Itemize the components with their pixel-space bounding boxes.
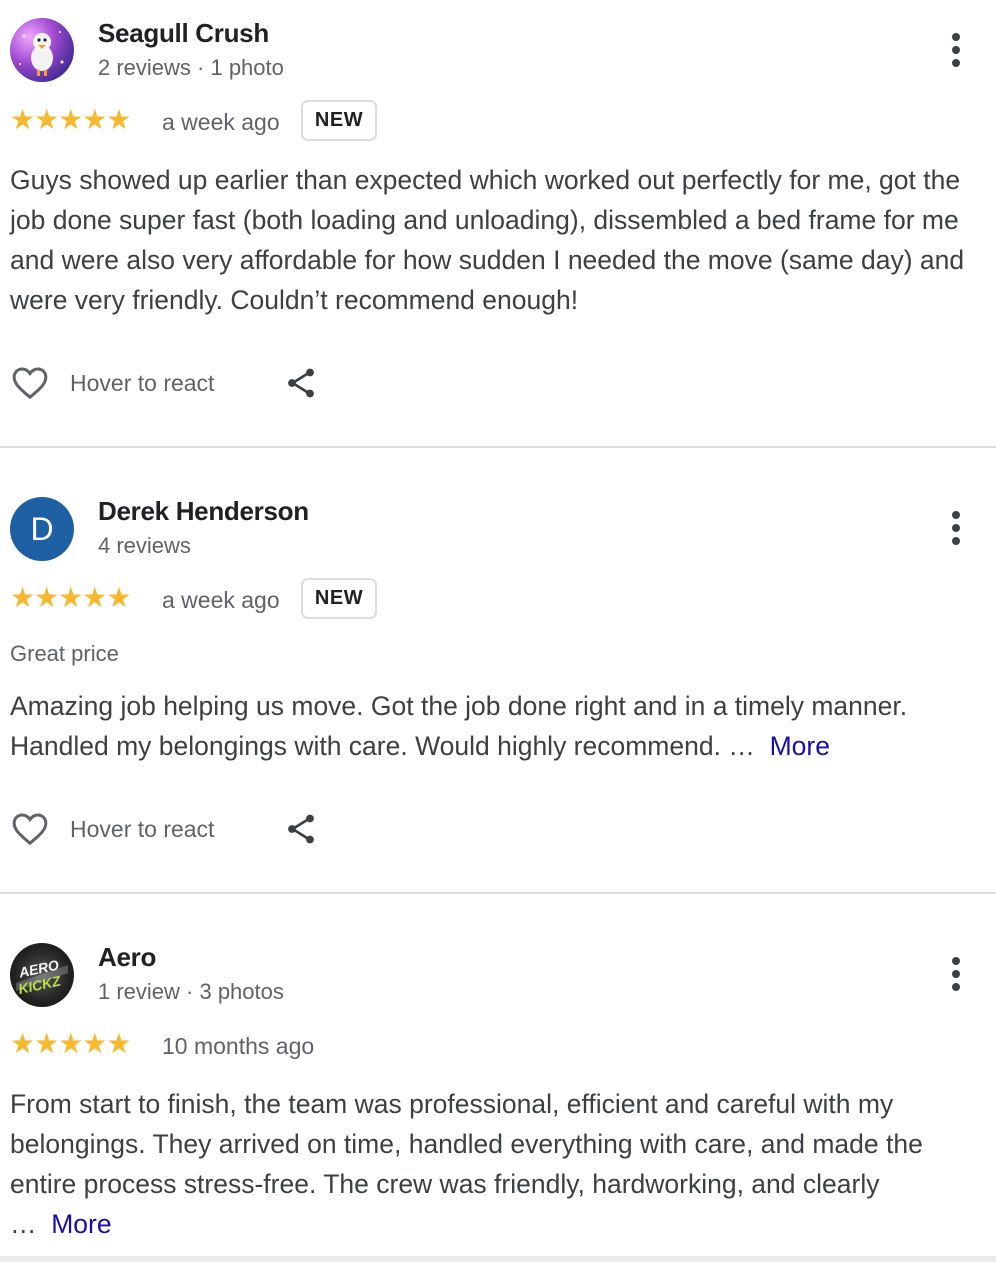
aero-kickz-logo: AERO KICKZ — [16, 956, 68, 997]
more-options-button[interactable] — [940, 954, 972, 994]
review-text-content: From start to finish, the team was profe… — [10, 1089, 923, 1239]
reviewer-name[interactable]: Aero — [98, 942, 156, 973]
reviewer-avatar[interactable]: AERO KICKZ — [10, 943, 74, 1007]
review-card: AERO KICKZ Aero 1 review · 3 photos ★★★★… — [0, 0, 996, 1262]
reviewer-meta[interactable]: 1 review · 3 photos — [98, 979, 284, 1005]
star-rating: ★★★★★ — [10, 1028, 132, 1059]
review-text: From start to finish, the team was profe… — [10, 1084, 980, 1244]
review-time: 10 months ago — [162, 1033, 315, 1059]
divider — [0, 1256, 996, 1262]
more-link[interactable]: More — [51, 1209, 111, 1239]
